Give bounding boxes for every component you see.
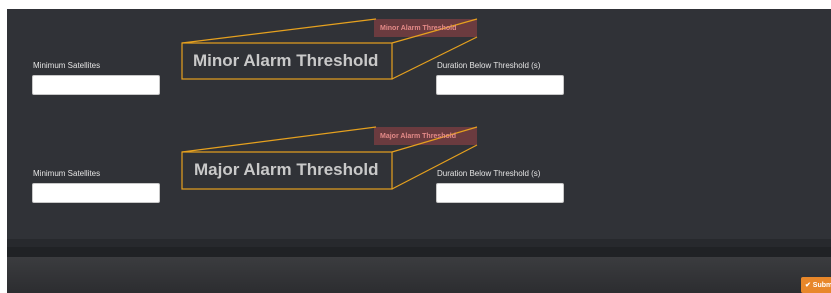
settings-panel bbox=[7, 9, 831, 239]
major-duration-label: Duration Below Threshold (s) bbox=[437, 169, 541, 178]
major-min-satellites-label: Minimum Satellites bbox=[33, 169, 101, 178]
minor-min-satellites-label: Minimum Satellites bbox=[33, 61, 101, 70]
minor-callout-tag: Minor Alarm Threshold bbox=[380, 25, 457, 32]
minor-duration-label: Duration Below Threshold (s) bbox=[437, 61, 541, 70]
major-duration-input[interactable] bbox=[436, 183, 564, 203]
panel-divider bbox=[7, 239, 831, 247]
submit-button[interactable]: ✔ Submit bbox=[801, 277, 831, 293]
major-callout-title: Major Alarm Threshold bbox=[194, 160, 379, 179]
minor-callout-title: Minor Alarm Threshold bbox=[193, 51, 379, 70]
major-min-satellites-input[interactable] bbox=[32, 183, 160, 203]
footer-bar bbox=[7, 257, 831, 293]
panel-divider-dark bbox=[7, 247, 831, 257]
major-callout-tag: Major Alarm Threshold bbox=[380, 133, 456, 140]
minor-duration-input[interactable] bbox=[436, 75, 564, 95]
minor-min-satellites-input[interactable] bbox=[32, 75, 160, 95]
